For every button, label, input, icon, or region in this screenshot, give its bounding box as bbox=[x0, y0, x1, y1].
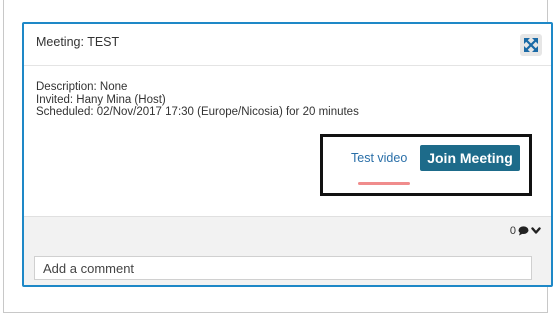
expand-arrows-icon bbox=[524, 38, 538, 52]
meeting-scheduled: Scheduled: 02/Nov/2017 17:30 (Europe/Nic… bbox=[36, 106, 359, 118]
expand-button[interactable] bbox=[520, 34, 542, 56]
comment-count: 0 bbox=[509, 225, 516, 237]
meeting-title: Meeting: TEST bbox=[36, 35, 120, 49]
meeting-card: Meeting: TEST Description: None Invited:… bbox=[22, 22, 553, 287]
comment-input[interactable] bbox=[34, 256, 532, 280]
chevron-down-icon bbox=[531, 227, 541, 234]
comment-toggle[interactable]: 0 bbox=[510, 225, 541, 237]
card-footer: 0 bbox=[24, 216, 551, 285]
join-meeting-button[interactable]: Join Meeting bbox=[420, 145, 520, 171]
meeting-invited: Invited: Hany Mina (Host) bbox=[36, 93, 166, 106]
highlight-underline bbox=[358, 182, 410, 185]
speech-bubble-icon bbox=[518, 226, 529, 236]
highlight-box: Test video Join Meeting bbox=[320, 134, 532, 196]
meeting-details: Description: None Invited: Hany Mina (Ho… bbox=[36, 81, 359, 119]
meeting-description: Description: None bbox=[36, 81, 128, 93]
card-header: Meeting: TEST bbox=[24, 24, 551, 66]
test-video-link[interactable]: Test video bbox=[351, 151, 407, 165]
